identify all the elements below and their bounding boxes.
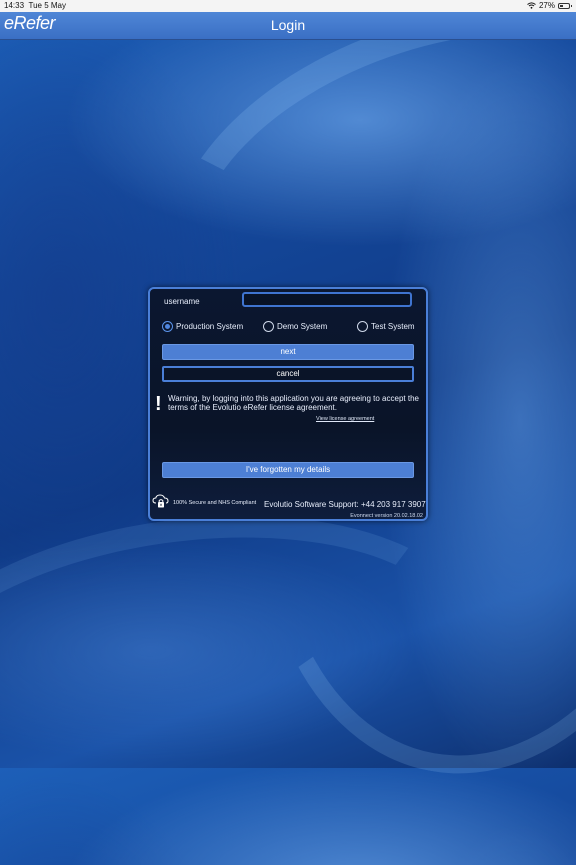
radio-label: Production System <box>176 322 244 331</box>
view-license-link[interactable]: View license agreement <box>316 416 374 422</box>
radio-test-system[interactable]: Test System <box>357 321 415 332</box>
version-text: Evonnect version 20.02.18.02 <box>350 513 423 519</box>
support-phone-text: Evolutio Software Support: +44 203 917 3… <box>264 500 426 509</box>
forgot-details-button[interactable]: I've forgotten my details <box>162 462 414 478</box>
nav-bar: eRefer Login <box>0 12 576 40</box>
status-right: 27% <box>527 1 572 10</box>
background-swoosh <box>0 479 503 865</box>
radio-unselected-icon[interactable] <box>263 321 274 332</box>
battery-percent: 27% <box>538 1 555 10</box>
radio-production-system[interactable]: Production System <box>162 321 243 332</box>
secure-compliance-text: 100% Secure and NHS Compliant <box>173 500 257 506</box>
radio-label: Demo System <box>277 322 328 331</box>
username-input[interactable] <box>242 292 412 307</box>
page-title: Login <box>270 17 306 33</box>
radio-demo-system[interactable]: Demo System <box>263 321 327 332</box>
status-time: 14:33 Tue 5 May <box>4 1 66 10</box>
login-dialog: username Production System Demo System T… <box>148 287 428 521</box>
wifi-icon <box>527 2 536 9</box>
exclamation-icon: ! <box>155 393 162 415</box>
status-bar: 14:33 Tue 5 May 27% <box>0 0 576 12</box>
warning-text: Warning, by logging into this applicatio… <box>168 394 419 412</box>
secure-cloud-lock-icon <box>152 494 169 508</box>
radio-label: Test System <box>371 322 415 331</box>
next-button[interactable]: next <box>162 344 414 360</box>
radio-selected-icon[interactable] <box>162 321 173 332</box>
cancel-button[interactable]: cancel <box>162 366 414 382</box>
radio-unselected-icon[interactable] <box>357 321 368 332</box>
battery-icon <box>558 2 572 9</box>
username-label: username <box>164 297 200 306</box>
